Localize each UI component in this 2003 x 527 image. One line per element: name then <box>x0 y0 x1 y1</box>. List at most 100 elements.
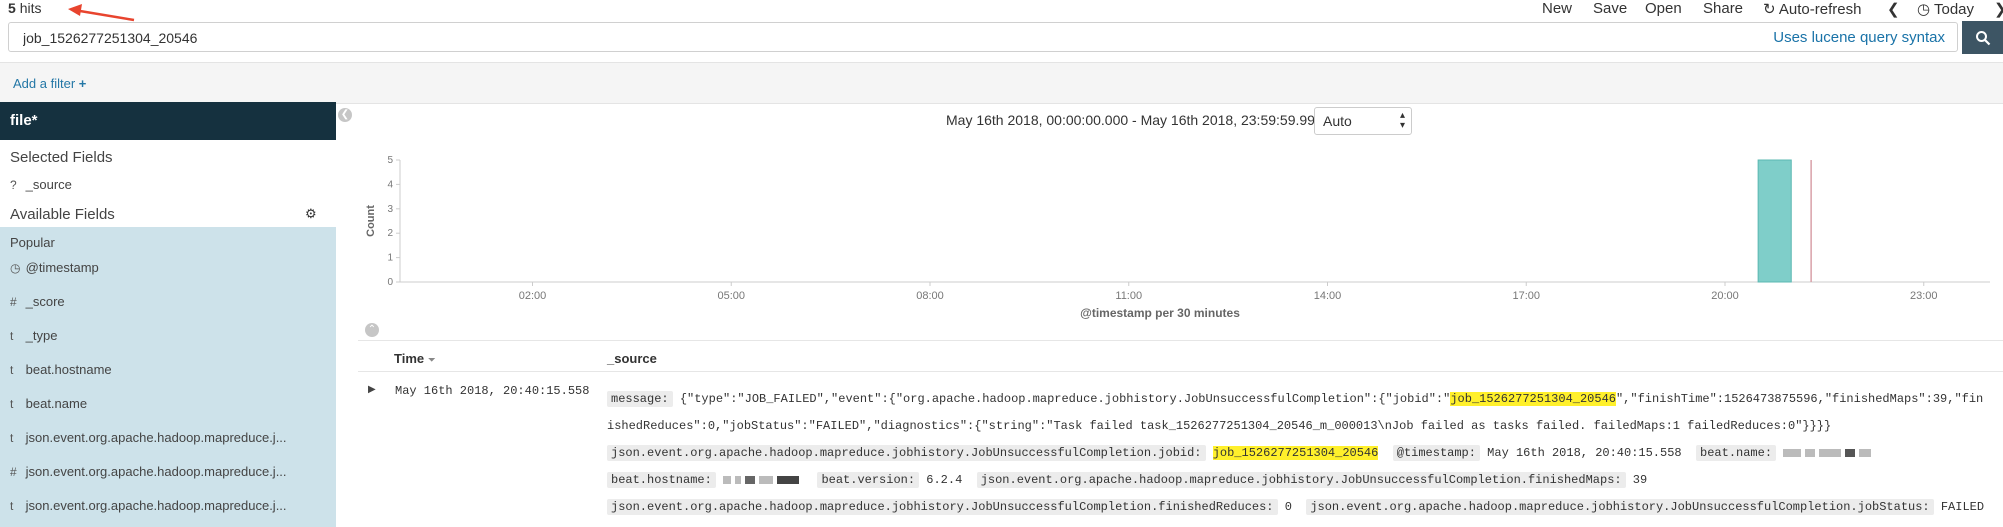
search-input[interactable] <box>21 29 1725 47</box>
field-value: 0 <box>1284 500 1292 514</box>
expand-row-icon[interactable]: ▶ <box>368 384 376 395</box>
divider <box>358 340 2003 341</box>
field-item-json-event-3[interactable]: t json.event.org.apache.hadoop.mapreduce… <box>10 498 287 513</box>
popular-label: Popular <box>10 235 55 250</box>
field-sidebar: file* Selected Fields ? _source Availabl… <box>0 102 336 527</box>
interval-select[interactable]: Auto ▴ ▾ <box>1314 107 1412 135</box>
collapse-sidebar-icon[interactable]: ❮ <box>338 108 352 122</box>
field-key: json.event.org.apache.hadoop.mapreduce.j… <box>976 472 1626 488</box>
time-picker-button[interactable]: ◷ Today <box>1917 0 1974 18</box>
collapse-chart-icon[interactable]: ⌃ <box>365 323 379 337</box>
column-header-source: _source <box>607 351 657 366</box>
field-value: May 16th 2018, 20:40:15.558 <box>1487 446 1682 460</box>
string-type-icon: t <box>10 499 14 513</box>
field-key: @timestamp: <box>1392 445 1480 461</box>
add-filter-button[interactable]: Add a filter + <box>13 76 86 91</box>
x-tick-label: 17:00 <box>1512 290 1540 302</box>
field-item-beat-hostname[interactable]: t beat.hostname <box>10 362 112 377</box>
search-button[interactable] <box>1962 21 2003 54</box>
filter-bar: Add a filter + <box>0 62 2003 104</box>
y-tick-label: 5 <box>387 155 393 166</box>
field-value: {"type":"JOB_FAILED","event":{"org.apach… <box>679 392 1451 406</box>
chevron-right-icon: ❯ <box>1994 1 2003 18</box>
time-picker-label: Today <box>1934 1 1975 18</box>
y-tick-label: 1 <box>387 253 393 264</box>
index-pattern-header[interactable]: file* <box>0 102 336 140</box>
available-fields-list: Popular ◷ @timestamp # _score t _type t … <box>0 227 336 527</box>
histogram-chart: 0 1 2 3 4 5 02:00 05:00 08:00 11:00 14:00 17:00 20:0… <box>365 155 1990 320</box>
field-value: ishedReduces":0,"jobStatus":"FAILED","di… <box>607 419 1832 433</box>
lucene-syntax-link[interactable]: Uses lucene query syntax <box>1773 29 1945 46</box>
row-source: message: {"type":"JOB_FAILED","event":{"… <box>607 386 1997 521</box>
clock-icon: ◷ <box>10 261 21 275</box>
field-value: FAILED <box>1940 500 1985 514</box>
field-item-score[interactable]: # _score <box>10 294 65 309</box>
field-value: 39 <box>1632 473 1648 487</box>
selected-fields-title: Selected Fields <box>10 149 113 166</box>
x-tick-label: 14:00 <box>1314 290 1342 302</box>
gear-icon[interactable]: ⚙ <box>305 206 317 222</box>
column-header-time[interactable]: Time ⏷ <box>394 351 436 366</box>
y-tick-label: 2 <box>387 228 393 239</box>
string-type-icon: t <box>10 397 14 411</box>
date-range-label: May 16th 2018, 00:00:00.000 - May 16th 2… <box>946 112 1341 128</box>
field-key: json.event.org.apache.hadoop.mapreduce.j… <box>607 445 1206 461</box>
field-item-json-event-2[interactable]: # json.event.org.apache.hadoop.mapreduce… <box>10 464 287 479</box>
row-time: May 16th 2018, 20:40:15.558 <box>395 384 590 398</box>
field-key: beat.version: <box>817 472 920 488</box>
x-tick-label: 05:00 <box>717 290 745 302</box>
auto-refresh-label: Auto-refresh <box>1778 1 1862 18</box>
string-type-icon: t <box>10 431 14 445</box>
redacted-value <box>1783 446 1875 460</box>
y-tick-label: 3 <box>387 204 393 215</box>
field-item-type[interactable]: t _type <box>10 328 57 343</box>
x-tick-label: 11:00 <box>1115 290 1142 302</box>
select-arrows-icon: ▴ ▾ <box>1399 110 1405 131</box>
open-button[interactable]: Open <box>1645 0 1682 17</box>
x-tick-label: 08:00 <box>916 290 944 302</box>
auto-refresh-button[interactable]: ↻ Auto-refresh <box>1763 0 1861 18</box>
y-tick-label: 0 <box>387 277 393 288</box>
field-key: json.event.org.apache.hadoop.mapreduce.j… <box>1306 499 1934 515</box>
save-button[interactable]: Save <box>1593 0 1627 17</box>
histogram-bar <box>1757 159 1792 283</box>
field-item-timestamp[interactable]: ◷ @timestamp <box>10 260 99 275</box>
sort-icon: ⏷ <box>427 355 436 366</box>
source-line-2: ishedReduces":0,"jobStatus":"FAILED","di… <box>607 413 1997 440</box>
clock-icon: ◷ <box>1917 1 1931 18</box>
field-key: beat.name: <box>1696 445 1777 461</box>
source-line-3: json.event.org.apache.hadoop.mapreduce.j… <box>607 440 1997 467</box>
unknown-type-icon: ? <box>10 178 17 192</box>
number-type-icon: # <box>10 295 17 309</box>
number-type-icon: # <box>10 465 17 479</box>
new-button[interactable]: New <box>1542 0 1572 17</box>
field-value: 6.2.4 <box>926 473 963 487</box>
plus-icon: + <box>78 76 87 91</box>
source-line-4: beat.hostname: beat.version: 6.2.4 json.… <box>607 467 1997 494</box>
x-tick-label: 20:00 <box>1711 290 1739 302</box>
selected-field-source[interactable]: ? _source <box>10 177 72 192</box>
time-back-button[interactable]: ❮ <box>1887 0 1900 18</box>
available-fields-title: Available Fields <box>10 206 115 223</box>
redacted-value <box>723 473 803 487</box>
field-key: json.event.org.apache.hadoop.mapreduce.j… <box>607 499 1278 515</box>
hits-count: 5 hits <box>8 0 42 16</box>
field-value: ","finishTime":1526473875596,"finishedMa… <box>1615 392 1984 406</box>
x-tick-label: 23:00 <box>1910 290 1938 302</box>
interval-value: Auto <box>1323 113 1352 129</box>
highlight-match: job_1526277251304_20546 <box>1450 392 1616 406</box>
share-button[interactable]: Share <box>1703 0 1743 17</box>
search-bar: Uses lucene query syntax <box>8 22 1958 52</box>
time-forward-button[interactable]: ❯ <box>1994 0 2003 18</box>
divider <box>358 371 2003 372</box>
source-line-1: message: {"type":"JOB_FAILED","event":{"… <box>607 386 1997 413</box>
chevron-left-icon: ❮ <box>1887 1 1900 18</box>
string-type-icon: t <box>10 363 14 377</box>
refresh-icon: ↻ <box>1763 1 1776 18</box>
field-item-json-event-1[interactable]: t json.event.org.apache.hadoop.mapreduce… <box>10 430 287 445</box>
field-item-beat-name[interactable]: t beat.name <box>10 396 87 411</box>
search-icon <box>1975 30 1990 45</box>
y-tick-label: 4 <box>387 179 393 190</box>
field-key: beat.hostname: <box>607 472 716 488</box>
field-key: message: <box>607 391 673 407</box>
